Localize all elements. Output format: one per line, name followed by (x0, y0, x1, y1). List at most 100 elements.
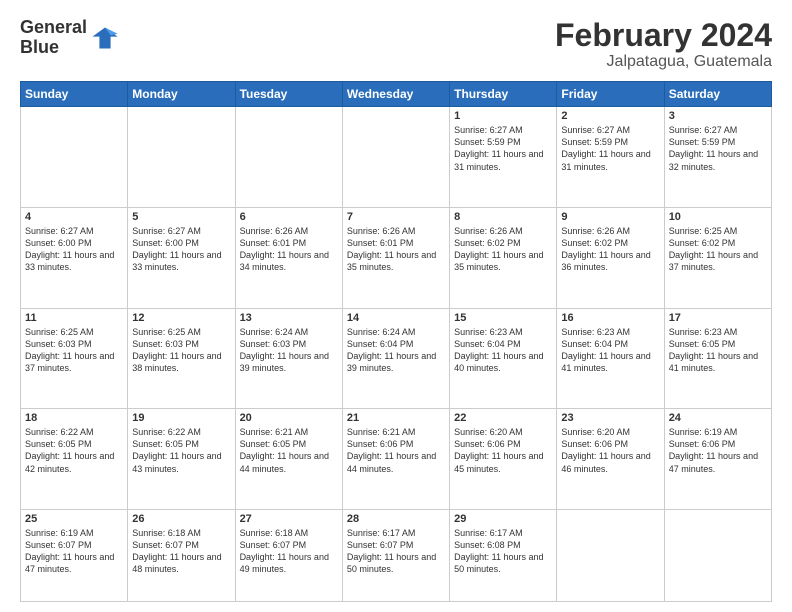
day-info: Sunrise: 6:27 AM Sunset: 6:00 PM Dayligh… (132, 225, 230, 274)
day-number: 9 (561, 211, 659, 223)
day-info: Sunrise: 6:27 AM Sunset: 5:59 PM Dayligh… (669, 124, 767, 173)
table-row (128, 107, 235, 208)
table-row: 11 Sunrise: 6:25 AM Sunset: 6:03 PM Dayli… (21, 308, 128, 409)
day-number: 28 (347, 513, 445, 525)
day-number: 16 (561, 312, 659, 324)
table-row: 16 Sunrise: 6:23 AM Sunset: 6:04 PM Dayli… (557, 308, 664, 409)
title-block: February 2024 Jalpatagua, Guatemala (555, 18, 772, 71)
table-row (557, 509, 664, 601)
day-info: Sunrise: 6:23 AM Sunset: 6:04 PM Dayligh… (561, 326, 659, 375)
calendar-week-row: 11 Sunrise: 6:25 AM Sunset: 6:03 PM Dayli… (21, 308, 772, 409)
col-saturday: Saturday (664, 82, 771, 107)
day-info: Sunrise: 6:24 AM Sunset: 6:03 PM Dayligh… (240, 326, 338, 375)
day-info: Sunrise: 6:19 AM Sunset: 6:07 PM Dayligh… (25, 527, 123, 576)
calendar-week-row: 18 Sunrise: 6:22 AM Sunset: 6:05 PM Dayli… (21, 409, 772, 510)
day-number: 25 (25, 513, 123, 525)
day-info: Sunrise: 6:26 AM Sunset: 6:02 PM Dayligh… (561, 225, 659, 274)
day-number: 13 (240, 312, 338, 324)
logo-line2: Blue (20, 38, 87, 58)
table-row: 4Sunrise: 6:27 AM Sunset: 6:00 PM Daylig… (21, 207, 128, 308)
table-row: 27 Sunrise: 6:18 AM Sunset: 6:07 PM Dayli… (235, 509, 342, 601)
day-number: 14 (347, 312, 445, 324)
table-row: 1 Sunrise: 6:27 AM Sunset: 5:59 PM Daylig… (450, 107, 557, 208)
day-info: Sunrise: 6:26 AM Sunset: 6:02 PM Dayligh… (454, 225, 552, 274)
day-number: 4 (25, 211, 123, 223)
day-number: 15 (454, 312, 552, 324)
day-info: Sunrise: 6:19 AM Sunset: 6:06 PM Dayligh… (669, 426, 767, 475)
table-row: 12 Sunrise: 6:25 AM Sunset: 6:03 PM Dayli… (128, 308, 235, 409)
day-info: Sunrise: 6:21 AM Sunset: 6:06 PM Dayligh… (347, 426, 445, 475)
day-number: 26 (132, 513, 230, 525)
day-number: 20 (240, 412, 338, 424)
col-sunday: Sunday (21, 82, 128, 107)
table-row (21, 107, 128, 208)
calendar-header-row: Sunday Monday Tuesday Wednesday Thursday… (21, 82, 772, 107)
col-monday: Monday (128, 82, 235, 107)
day-number: 22 (454, 412, 552, 424)
table-row: 21 Sunrise: 6:21 AM Sunset: 6:06 PM Dayli… (342, 409, 449, 510)
day-number: 3 (669, 110, 767, 122)
calendar-week-row: 25 Sunrise: 6:19 AM Sunset: 6:07 PM Dayli… (21, 509, 772, 601)
day-info: Sunrise: 6:25 AM Sunset: 6:02 PM Dayligh… (669, 225, 767, 274)
logo-line1: General (20, 18, 87, 38)
day-number: 29 (454, 513, 552, 525)
table-row (235, 107, 342, 208)
day-info: Sunrise: 6:26 AM Sunset: 6:01 PM Dayligh… (240, 225, 338, 274)
table-row: 25 Sunrise: 6:19 AM Sunset: 6:07 PM Dayli… (21, 509, 128, 601)
col-tuesday: Tuesday (235, 82, 342, 107)
day-number: 27 (240, 513, 338, 525)
table-row: 23Sunrise: 6:20 AM Sunset: 6:06 PM Dayli… (557, 409, 664, 510)
calendar-table: Sunday Monday Tuesday Wednesday Thursday… (20, 81, 772, 602)
logo-text: General Blue (20, 18, 87, 58)
calendar-week-row: 4 Sunrise: 6:27 AM Sunset: 6:00 PM Daylig… (21, 207, 772, 308)
table-row: 17 Sunrise: 6:23 AM Sunset: 6:05 PM Dayli… (664, 308, 771, 409)
day-number: 8 (454, 211, 552, 223)
day-number: 19 (132, 412, 230, 424)
day-info: Sunrise: 6:25 AM Sunset: 6:03 PM Dayligh… (132, 326, 230, 375)
day-info: Sunrise: 6:24 AM Sunset: 6:04 PM Dayligh… (347, 326, 445, 375)
table-row: 20 Sunrise: 6:21 AM Sunset: 6:05 PM Dayli… (235, 409, 342, 510)
table-row (342, 107, 449, 208)
table-row: 2Sunrise: 6:27 AM Sunset: 5:59 PM Daylig… (557, 107, 664, 208)
day-info: Sunrise: 6:27 AM Sunset: 5:59 PM Dayligh… (454, 124, 552, 173)
table-row: 29 Sunrise: 6:17 AM Sunset: 6:08 PM Dayli… (450, 509, 557, 601)
day-number: 11 (25, 312, 123, 324)
day-number: 6 (240, 211, 338, 223)
table-row: 13 Sunrise: 6:24 AM Sunset: 6:03 PM Dayli… (235, 308, 342, 409)
day-info: Sunrise: 6:26 AM Sunset: 6:01 PM Dayligh… (347, 225, 445, 274)
day-number: 17 (669, 312, 767, 324)
day-number: 5 (132, 211, 230, 223)
day-number: 21 (347, 412, 445, 424)
day-number: 24 (669, 412, 767, 424)
logo-bird-icon (91, 24, 119, 52)
table-row: 28Sunrise: 6:17 AM Sunset: 6:07 PM Dayli… (342, 509, 449, 601)
day-info: Sunrise: 6:20 AM Sunset: 6:06 PM Dayligh… (454, 426, 552, 475)
day-info: Sunrise: 6:20 AM Sunset: 6:06 PM Dayligh… (561, 426, 659, 475)
calendar-week-row: 1 Sunrise: 6:27 AM Sunset: 5:59 PM Daylig… (21, 107, 772, 208)
table-row: 19 Sunrise: 6:22 AM Sunset: 6:05 PM Dayli… (128, 409, 235, 510)
day-number: 10 (669, 211, 767, 223)
day-info: Sunrise: 6:22 AM Sunset: 6:05 PM Dayligh… (132, 426, 230, 475)
table-row: 7 Sunrise: 6:26 AM Sunset: 6:01 PM Daylig… (342, 207, 449, 308)
day-info: Sunrise: 6:17 AM Sunset: 6:08 PM Dayligh… (454, 527, 552, 576)
day-info: Sunrise: 6:21 AM Sunset: 6:05 PM Dayligh… (240, 426, 338, 475)
day-info: Sunrise: 6:18 AM Sunset: 6:07 PM Dayligh… (240, 527, 338, 576)
table-row: 6 Sunrise: 6:26 AM Sunset: 6:01 PM Daylig… (235, 207, 342, 308)
day-number: 1 (454, 110, 552, 122)
day-number: 18 (25, 412, 123, 424)
day-number: 7 (347, 211, 445, 223)
day-info: Sunrise: 6:22 AM Sunset: 6:05 PM Dayligh… (25, 426, 123, 475)
day-info: Sunrise: 6:25 AM Sunset: 6:03 PM Dayligh… (25, 326, 123, 375)
day-info: Sunrise: 6:18 AM Sunset: 6:07 PM Dayligh… (132, 527, 230, 576)
day-number: 12 (132, 312, 230, 324)
day-info: Sunrise: 6:27 AM Sunset: 5:59 PM Dayligh… (561, 124, 659, 173)
logo: General Blue (20, 18, 119, 58)
table-row: 24 Sunrise: 6:19 AM Sunset: 6:06 PM Dayli… (664, 409, 771, 510)
col-friday: Friday (557, 82, 664, 107)
col-wednesday: Wednesday (342, 82, 449, 107)
table-row: 22 Sunrise: 6:20 AM Sunset: 6:06 PM Dayli… (450, 409, 557, 510)
table-row: 14 Sunrise: 6:24 AM Sunset: 6:04 PM Dayli… (342, 308, 449, 409)
calendar-subtitle: Jalpatagua, Guatemala (555, 53, 772, 71)
day-info: Sunrise: 6:23 AM Sunset: 6:05 PM Dayligh… (669, 326, 767, 375)
table-row: 3 Sunrise: 6:27 AM Sunset: 5:59 PM Daylig… (664, 107, 771, 208)
